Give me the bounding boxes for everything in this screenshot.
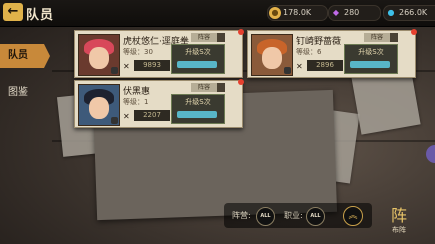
slot-badge: 阵容 [364, 33, 390, 42]
top-bar: ← 队员 ● 178.0K ◆ 280 ● 266.0K [0, 0, 435, 27]
member-level: 等级：30 [123, 47, 153, 57]
avatar [78, 34, 120, 76]
level-value: 30 [144, 48, 153, 56]
notification-dot [411, 29, 417, 35]
member-name: 钉崎野蔷薇 [296, 37, 342, 47]
job-filter-button[interactable]: ALL [306, 207, 325, 226]
notification-dot [238, 29, 244, 35]
level-value: 1 [144, 98, 149, 106]
upgrade-label: 升级S次 [358, 48, 384, 56]
slot-marker [217, 83, 225, 92]
avatar [78, 84, 120, 126]
upgrade-label: 升级S次 [185, 48, 211, 56]
gem-counter: ◆ 280 [328, 5, 381, 21]
upgrade-progress-bar [177, 111, 217, 118]
drop-icon: ● [387, 8, 395, 17]
upgrade-progress-bar [177, 61, 217, 68]
level-value: 6 [317, 48, 322, 56]
formation-button[interactable]: 阵 布阵 [385, 207, 413, 239]
member-power: 2896 [307, 60, 343, 71]
coin-value: 178.0K [283, 8, 312, 17]
avatar [251, 34, 293, 76]
slot-badge: 阵容 [191, 33, 217, 42]
level-label: 等级： [296, 48, 317, 56]
avatar-face [89, 47, 109, 69]
tab-members[interactable]: 队员 [0, 44, 50, 68]
lock-icon [284, 67, 291, 74]
power-icon: ✕ [296, 62, 303, 71]
upgrade-button[interactable]: 升级S次 [171, 94, 225, 124]
level-label: 等级： [123, 98, 144, 106]
power-icon: ✕ [123, 112, 130, 121]
coin-icon: ● [269, 7, 281, 19]
avatar-face [89, 97, 109, 119]
member-card[interactable]: 虎杖悠仁·逕庭拳 等级：30 ✕ 9893 阵容 升级S次 [74, 29, 244, 78]
upgrade-button[interactable]: 升级S次 [344, 44, 398, 74]
back-arrow-icon[interactable]: ← [3, 3, 23, 21]
slot-badge: 阵容 [191, 83, 217, 92]
notification-dot [238, 79, 244, 85]
member-level: 等级：6 [296, 47, 321, 57]
coin-counter: ● 178.0K [267, 5, 328, 21]
drop-value: 266.0K [399, 8, 428, 17]
member-power: 2207 [134, 110, 170, 121]
power-icon: ✕ [123, 62, 130, 71]
member-card[interactable]: 伏黑惠 等级：1 ✕ 2207 阵容 升级S次 [74, 79, 244, 128]
member-power: 9893 [134, 60, 170, 71]
lock-icon [111, 117, 118, 124]
double-chevron-up-icon[interactable]: ︽ [343, 206, 363, 226]
gem-value: 280 [344, 8, 360, 17]
upgrade-label: 升级S次 [185, 98, 211, 106]
avatar-face [262, 47, 282, 69]
drop-counter: ● 266.0K [383, 5, 435, 21]
member-card[interactable]: 钉崎野蔷薇 等级：6 ✕ 2896 阵容 升级S次 [247, 29, 417, 78]
job-filter-label: 职业: [284, 211, 303, 220]
slot-marker [390, 33, 398, 42]
page-title: 队员 [26, 8, 55, 23]
level-label: 等级： [123, 48, 144, 56]
upgrade-button[interactable]: 升级S次 [171, 44, 225, 74]
member-level: 等级：1 [123, 97, 148, 107]
member-name: 伏黑惠 [123, 87, 151, 97]
sidebar: 队员 图鉴 [0, 26, 52, 244]
slot-marker [217, 33, 225, 42]
camp-filter-label: 阵营: [232, 211, 251, 220]
formation-label: 布阵 [392, 226, 406, 234]
upgrade-progress-bar [350, 61, 390, 68]
lock-icon [111, 67, 118, 74]
camp-filter-button[interactable]: ALL [256, 207, 275, 226]
gem-icon: ◆ [332, 8, 340, 17]
formation-icon: 阵 [390, 206, 407, 225]
tab-codex[interactable]: 图鉴 [0, 81, 50, 105]
